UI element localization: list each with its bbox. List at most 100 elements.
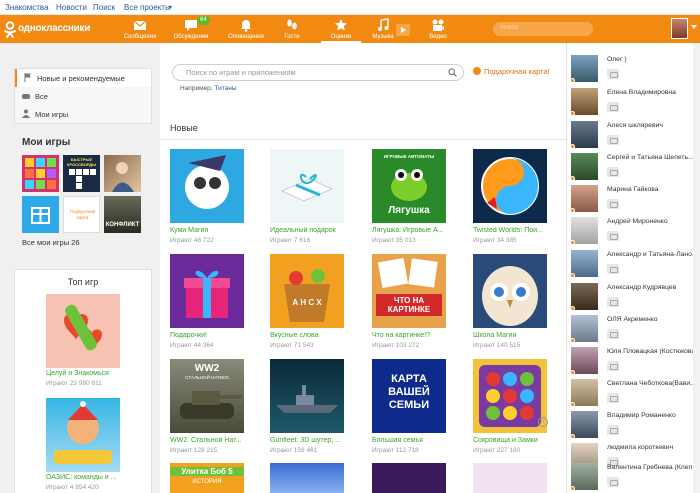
link-news[interactable]: Новости — [56, 3, 87, 12]
game-tile[interactable]: ЧТО НА КАРТИНКЕ — [372, 254, 446, 328]
message-icon[interactable] — [607, 231, 619, 241]
nav-notifications[interactable]: Оповещения — [226, 15, 266, 43]
avatar[interactable] — [571, 283, 598, 310]
link-all-projects[interactable]: Все проекты — [124, 3, 171, 12]
nav-messages[interactable]: Сообщения — [120, 15, 160, 43]
avatar[interactable] — [571, 55, 598, 82]
friend-name[interactable]: Сергей и Татьяна Шепеть... — [607, 154, 699, 161]
link-dating[interactable]: Знакомства — [5, 3, 49, 12]
friend-item[interactable]: Юля Пловацкая (Костюкова) — [567, 345, 700, 377]
message-icon[interactable] — [607, 264, 619, 274]
my-game-tile[interactable] — [22, 155, 59, 192]
my-game-tile[interactable]: Подарочная карта — [63, 196, 100, 233]
game-tile[interactable] — [270, 149, 344, 223]
game-tile[interactable] — [270, 463, 344, 493]
avatar[interactable] — [571, 463, 598, 490]
message-icon[interactable] — [607, 69, 619, 79]
game-name[interactable]: Gunfleet: 3D шутер, ... — [270, 437, 350, 444]
friend-name[interactable]: Андрей Мироненко — [607, 218, 699, 225]
friend-item[interactable]: Александр Кудрявцев — [567, 281, 700, 313]
game-tile[interactable]: А Н С Х — [270, 254, 344, 328]
message-icon[interactable] — [607, 135, 619, 145]
chevron-down-icon[interactable] — [168, 6, 172, 9]
game-name[interactable]: Что на картинке!? — [372, 332, 452, 339]
friend-name[interactable]: людмила короткевич — [607, 444, 699, 451]
avatar[interactable] — [571, 250, 598, 277]
info-icon[interactable]: i — [538, 417, 548, 427]
friend-name[interactable]: Юля Пловацкая (Костюкова) — [607, 348, 699, 355]
game-name[interactable]: Twisted Worlds: Пои... — [473, 227, 553, 234]
search-icon[interactable] — [448, 68, 457, 77]
game-tile[interactable] — [270, 359, 344, 433]
my-avatar[interactable] — [671, 18, 688, 39]
chevron-down-icon[interactable] — [691, 25, 697, 29]
nav-video[interactable]: Видео — [418, 15, 458, 43]
games-search-input[interactable]: Поиск по играм и приложениям — [172, 64, 464, 81]
game-name[interactable]: Вкусные слова — [270, 332, 350, 339]
game-tile[interactable] — [473, 149, 547, 223]
friend-name[interactable]: Марина Гайкова — [607, 186, 699, 193]
top-game-image[interactable] — [46, 398, 120, 472]
message-icon[interactable] — [607, 425, 619, 435]
friend-item[interactable]: Александр и Татьяна-Лано... — [567, 248, 700, 280]
game-tile[interactable]: КАРТА ВАШЕЙ СЕМЬИ — [372, 359, 446, 433]
game-tile[interactable] — [372, 463, 446, 493]
friend-item[interactable]: ОЛЯ Акременко — [567, 313, 700, 345]
friend-item[interactable]: Валентина Гребнева (Клеп... — [567, 461, 700, 493]
friend-name[interactable]: Александр и Татьяна-Лано... — [607, 251, 699, 258]
my-game-tile[interactable]: КОНФЛИКТ — [104, 196, 141, 233]
top-game-name[interactable]: Целуй и Знакомься — [46, 370, 109, 377]
game-name[interactable]: Идеальный подарок — [270, 227, 350, 234]
avatar[interactable] — [571, 121, 598, 148]
nav-discussions[interactable]: 64 Обсуждения — [171, 15, 211, 43]
avatar[interactable] — [571, 88, 598, 115]
top-game-image[interactable] — [46, 294, 120, 368]
message-icon[interactable] — [607, 167, 619, 177]
top-game-name[interactable]: ОАЗИС: команды и ... — [46, 474, 116, 481]
avatar[interactable] — [571, 315, 598, 342]
game-tile[interactable] — [170, 149, 244, 223]
game-tile[interactable] — [473, 359, 547, 433]
message-icon[interactable] — [607, 102, 619, 112]
message-icon[interactable] — [607, 329, 619, 339]
game-tile[interactable] — [170, 254, 244, 328]
message-icon[interactable] — [607, 361, 619, 371]
all-my-games-link[interactable]: Все мои игры 26 — [22, 238, 80, 247]
avatar[interactable] — [571, 153, 598, 180]
message-icon[interactable] — [607, 393, 619, 403]
game-name[interactable]: Сокровища и Замки — [473, 437, 553, 444]
scrollbar[interactable] — [693, 43, 700, 493]
logo-text[interactable]: одноклассники — [18, 23, 90, 34]
friend-item[interactable]: Владимир Романенко — [567, 409, 700, 441]
avatar[interactable] — [571, 185, 598, 212]
game-name[interactable]: Подарочки! — [170, 332, 250, 339]
friend-name[interactable]: Алеся шкляревич — [607, 122, 699, 129]
ok-logo-icon[interactable] — [3, 21, 17, 38]
message-icon[interactable] — [607, 477, 619, 487]
avatar[interactable] — [571, 379, 598, 406]
game-tile[interactable]: WW2 СТАЛЬНОЙ НАТИСК — [170, 359, 244, 433]
nav-guests[interactable]: Гости — [272, 15, 312, 43]
friend-name[interactable]: Елена Владимировна — [607, 89, 699, 96]
avatar[interactable] — [571, 411, 598, 438]
game-tile[interactable]: ИГРОВЫЕ АВТОМАТЫ Лягушка — [372, 149, 446, 223]
friend-name[interactable]: Олег ) — [607, 56, 699, 63]
game-name[interactable]: Школа Магии — [473, 332, 553, 339]
game-name[interactable]: Лягушка: Игровые А... — [372, 227, 452, 234]
game-tile[interactable] — [473, 463, 547, 493]
game-tile[interactable]: Улитка Боб 5 ИСТОРИЯ — [170, 463, 244, 493]
friend-item[interactable]: Елена Владимировна — [567, 86, 700, 118]
menu-item-new[interactable]: Новые и рекомендуемые — [15, 69, 151, 87]
message-icon[interactable] — [607, 297, 619, 307]
link-search[interactable]: Поиск — [93, 3, 115, 12]
message-icon[interactable] — [607, 199, 619, 209]
game-name[interactable]: Куми Магия — [170, 227, 250, 234]
friend-name[interactable]: Валентина Гребнева (Клеп... — [607, 464, 699, 471]
friend-item[interactable]: Марина Гайкова — [567, 183, 700, 215]
game-name[interactable]: Большая семья — [372, 437, 452, 444]
my-game-tile[interactable] — [22, 196, 59, 233]
friend-name[interactable]: Александр Кудрявцев — [607, 284, 699, 291]
avatar[interactable] — [571, 347, 598, 374]
menu-item-my-games[interactable]: Мои игры — [15, 105, 151, 123]
friend-name[interactable]: ОЛЯ Акременко — [607, 316, 699, 323]
